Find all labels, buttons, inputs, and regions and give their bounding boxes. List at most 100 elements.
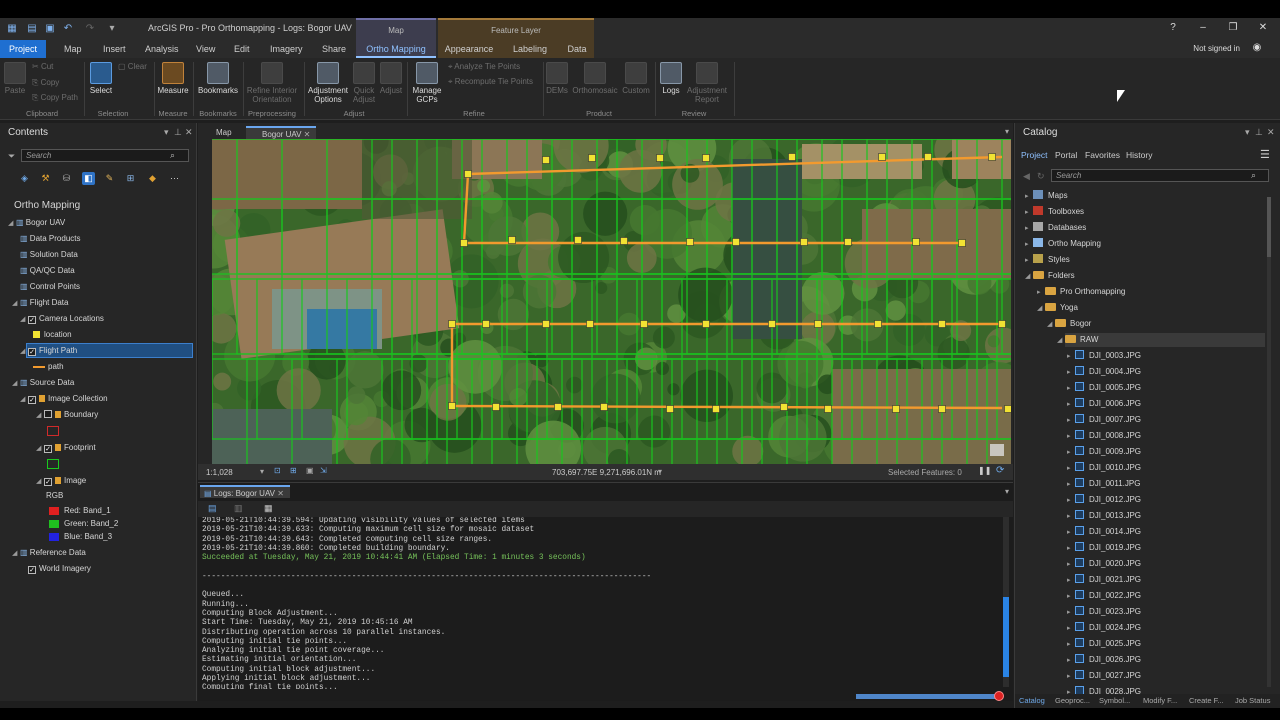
catalog-file-item[interactable]: ▸ DJI_0024.JPG xyxy=(1067,621,1141,635)
expand-arrow-icon[interactable]: ▸ xyxy=(1067,398,1075,412)
bottom-tab-geoprocessing[interactable]: Geoproc... xyxy=(1055,696,1090,705)
catalog-file-item[interactable]: ▸ DJI_0027.JPG xyxy=(1067,669,1141,683)
pane-menu-icon[interactable]: ▾ xyxy=(164,127,169,138)
snap-icon[interactable]: ⇲ xyxy=(320,466,327,475)
log-scrollbar[interactable] xyxy=(1003,517,1009,687)
select-button[interactable]: Select xyxy=(88,62,114,95)
minimize-icon[interactable]: – xyxy=(1196,22,1210,33)
more-options-icon[interactable]: ⋯ xyxy=(168,172,181,185)
tree-solution-data[interactable]: ▥ Solution Data xyxy=(20,248,78,262)
auto-hide-icon[interactable]: ⊥ xyxy=(174,127,182,138)
catalog-item-pro-orthomapping[interactable]: ▸ Pro Orthomapping xyxy=(1037,285,1125,299)
catalog-file-item[interactable]: ▸ DJI_0020.JPG xyxy=(1067,557,1141,571)
expand-arrow-icon[interactable]: ▸ xyxy=(1067,446,1075,460)
visibility-checkbox[interactable]: ✓ xyxy=(44,445,52,453)
tree-image[interactable]: ◢ ✓ Image xyxy=(36,474,86,488)
visibility-checkbox[interactable]: ✓ xyxy=(28,396,36,404)
hamburger-menu-icon[interactable]: ☰ xyxy=(1260,148,1270,161)
catalog-item-yoga[interactable]: ◢ Yoga xyxy=(1037,301,1078,315)
catalog-file-item[interactable]: ▸ DJI_0004.JPG xyxy=(1067,365,1141,379)
catalog-tab-project[interactable]: Project xyxy=(1021,150,1047,160)
expand-arrow-icon[interactable]: ▸ xyxy=(1067,670,1075,684)
pause-drawing-icon[interactable]: ❚❚ xyxy=(978,466,991,475)
tree-bogor-uav[interactable]: ◢ ▥ Bogor UAV xyxy=(8,216,65,230)
tree-footprint[interactable]: ◢ ✓ Footprint xyxy=(36,441,96,455)
expand-arrow-icon[interactable]: ▸ xyxy=(1067,574,1075,588)
list-by-drawing-order-icon[interactable]: ◈ xyxy=(18,172,31,185)
adjustment-report-button[interactable]: Adjustment Report xyxy=(686,62,728,104)
close-tab-icon[interactable]: ✕ xyxy=(304,130,311,139)
expand-arrow-icon[interactable]: ▸ xyxy=(1067,366,1075,380)
tab-analysis[interactable]: Analysis xyxy=(145,40,179,58)
open-project-icon[interactable]: ▤ xyxy=(26,23,38,34)
tab-labeling[interactable]: Labeling xyxy=(500,40,560,58)
tree-world-imagery[interactable]: ✓ World Imagery xyxy=(28,562,91,576)
recompute-tie-points-button[interactable]: ⌖ Recompute Tie Points xyxy=(448,77,533,87)
clear-log-icon[interactable]: ▦ xyxy=(264,503,273,514)
adjustment-options-button[interactable]: Adjustment Options xyxy=(307,62,349,104)
catalog-scroll-thumb[interactable] xyxy=(1267,197,1271,257)
expand-arrow-icon[interactable]: ▸ xyxy=(1067,350,1075,364)
pane-menu-icon[interactable]: ▾ xyxy=(1245,127,1250,138)
list-by-selection-icon[interactable]: ⛁ xyxy=(60,172,73,185)
orthomosaic-button[interactable]: Orthomosaic xyxy=(572,62,618,95)
analyze-tie-points-button[interactable]: ⌖ Analyze Tie Points xyxy=(448,62,520,72)
catalog-file-item[interactable]: ▸ DJI_0010.JPG xyxy=(1067,461,1141,475)
custom-product-button[interactable]: Custom xyxy=(621,62,651,95)
expand-arrow-icon[interactable]: ▸ xyxy=(1067,558,1075,572)
expand-arrow-icon[interactable]: ▸ xyxy=(1067,494,1075,508)
pane-close-icon[interactable]: ✕ xyxy=(1267,127,1275,138)
copy-button[interactable]: ⎘ Copy xyxy=(32,78,59,88)
ortho-imagery-map[interactable] xyxy=(212,139,1011,464)
catalog-file-item[interactable]: ▸ DJI_0022.JPG xyxy=(1067,589,1141,603)
selected-features-count[interactable]: Selected Features: 0 xyxy=(888,468,962,477)
catalog-file-item[interactable]: ▸ DJI_0009.JPG xyxy=(1067,445,1141,459)
visibility-checkbox[interactable]: ✓ xyxy=(28,348,36,356)
visibility-checkbox[interactable]: ✓ xyxy=(44,478,52,486)
fixed-scale-icon[interactable]: ⊡ xyxy=(274,466,281,475)
quick-adjust-button[interactable]: Quick Adjust xyxy=(351,62,377,104)
catalog-scrollbar[interactable] xyxy=(1267,197,1271,687)
catalog-file-item[interactable]: ▸ DJI_0007.JPG xyxy=(1067,413,1141,427)
contents-search-input[interactable]: Search xyxy=(21,149,189,162)
clear-selection-button[interactable]: ▢ Clear xyxy=(118,62,147,71)
catalog-search-input[interactable]: Search xyxy=(1051,169,1269,182)
catalog-file-item[interactable]: ▸ DJI_0023.JPG xyxy=(1067,605,1141,619)
catalog-file-item[interactable]: ▸ DJI_0026.JPG xyxy=(1067,653,1141,667)
tree-boundary[interactable]: ◢ Boundary xyxy=(36,408,98,422)
bottom-tab-symbology[interactable]: Symbol... xyxy=(1099,696,1130,705)
tree-camera-locations[interactable]: ◢ ✓ Camera Locations xyxy=(20,312,104,326)
catalog-file-item[interactable]: ▸ DJI_0006.JPG xyxy=(1067,397,1141,411)
coordinate-dropdown-icon[interactable]: ▾ xyxy=(658,467,662,476)
expand-arrow-icon[interactable]: ▸ xyxy=(1067,414,1075,428)
paste-button[interactable]: Paste xyxy=(4,62,26,95)
auto-hide-icon[interactable]: ⊥ xyxy=(1255,127,1263,138)
catalog-item-maps[interactable]: ▸ Maps xyxy=(1025,189,1068,203)
expand-arrow-icon[interactable]: ▸ xyxy=(1067,590,1075,604)
tab-edit[interactable]: Edit xyxy=(234,40,250,58)
cancel-process-icon[interactable] xyxy=(994,691,1004,701)
navigator-icon[interactable]: ▣ xyxy=(306,466,314,475)
catalog-item-ortho-mapping[interactable]: ▸ Ortho Mapping xyxy=(1025,237,1101,251)
tab-imagery[interactable]: Imagery xyxy=(270,40,303,58)
expand-arrow-icon[interactable]: ▸ xyxy=(1067,430,1075,444)
list-by-snapping-icon[interactable]: ✎ xyxy=(103,172,116,185)
copy-path-button[interactable]: ⎘ Copy Path xyxy=(32,93,78,103)
doc-menu-icon[interactable]: ▾ xyxy=(1005,127,1009,136)
catalog-tab-favorites[interactable]: Favorites xyxy=(1085,150,1120,160)
forward-icon[interactable]: ↻ xyxy=(1037,171,1045,182)
catalog-file-item[interactable]: ▸ DJI_0021.JPG xyxy=(1067,573,1141,587)
catalog-file-item[interactable]: ▸ DJI_0012.JPG xyxy=(1067,493,1141,507)
expand-arrow-icon[interactable]: ▸ xyxy=(1067,654,1075,668)
catalog-file-item[interactable]: ▸ DJI_0014.JPG xyxy=(1067,525,1141,539)
catalog-tab-history[interactable]: History xyxy=(1126,150,1152,160)
tab-insert[interactable]: Insert xyxy=(103,40,126,58)
visibility-checkbox[interactable]: ✓ xyxy=(28,566,36,574)
tree-source-data[interactable]: ◢ ▥ Source Data xyxy=(12,376,74,390)
filter-icon[interactable]: ⏷ xyxy=(8,151,15,162)
tree-control-points[interactable]: ▥ Control Points xyxy=(20,280,80,294)
catalog-file-item[interactable]: ▸ DJI_0011.JPG xyxy=(1067,477,1140,491)
visibility-checkbox[interactable]: ✓ xyxy=(28,316,36,324)
logs-button[interactable]: Logs xyxy=(659,62,683,95)
map-scale[interactable]: 1:1,028 xyxy=(206,468,233,477)
